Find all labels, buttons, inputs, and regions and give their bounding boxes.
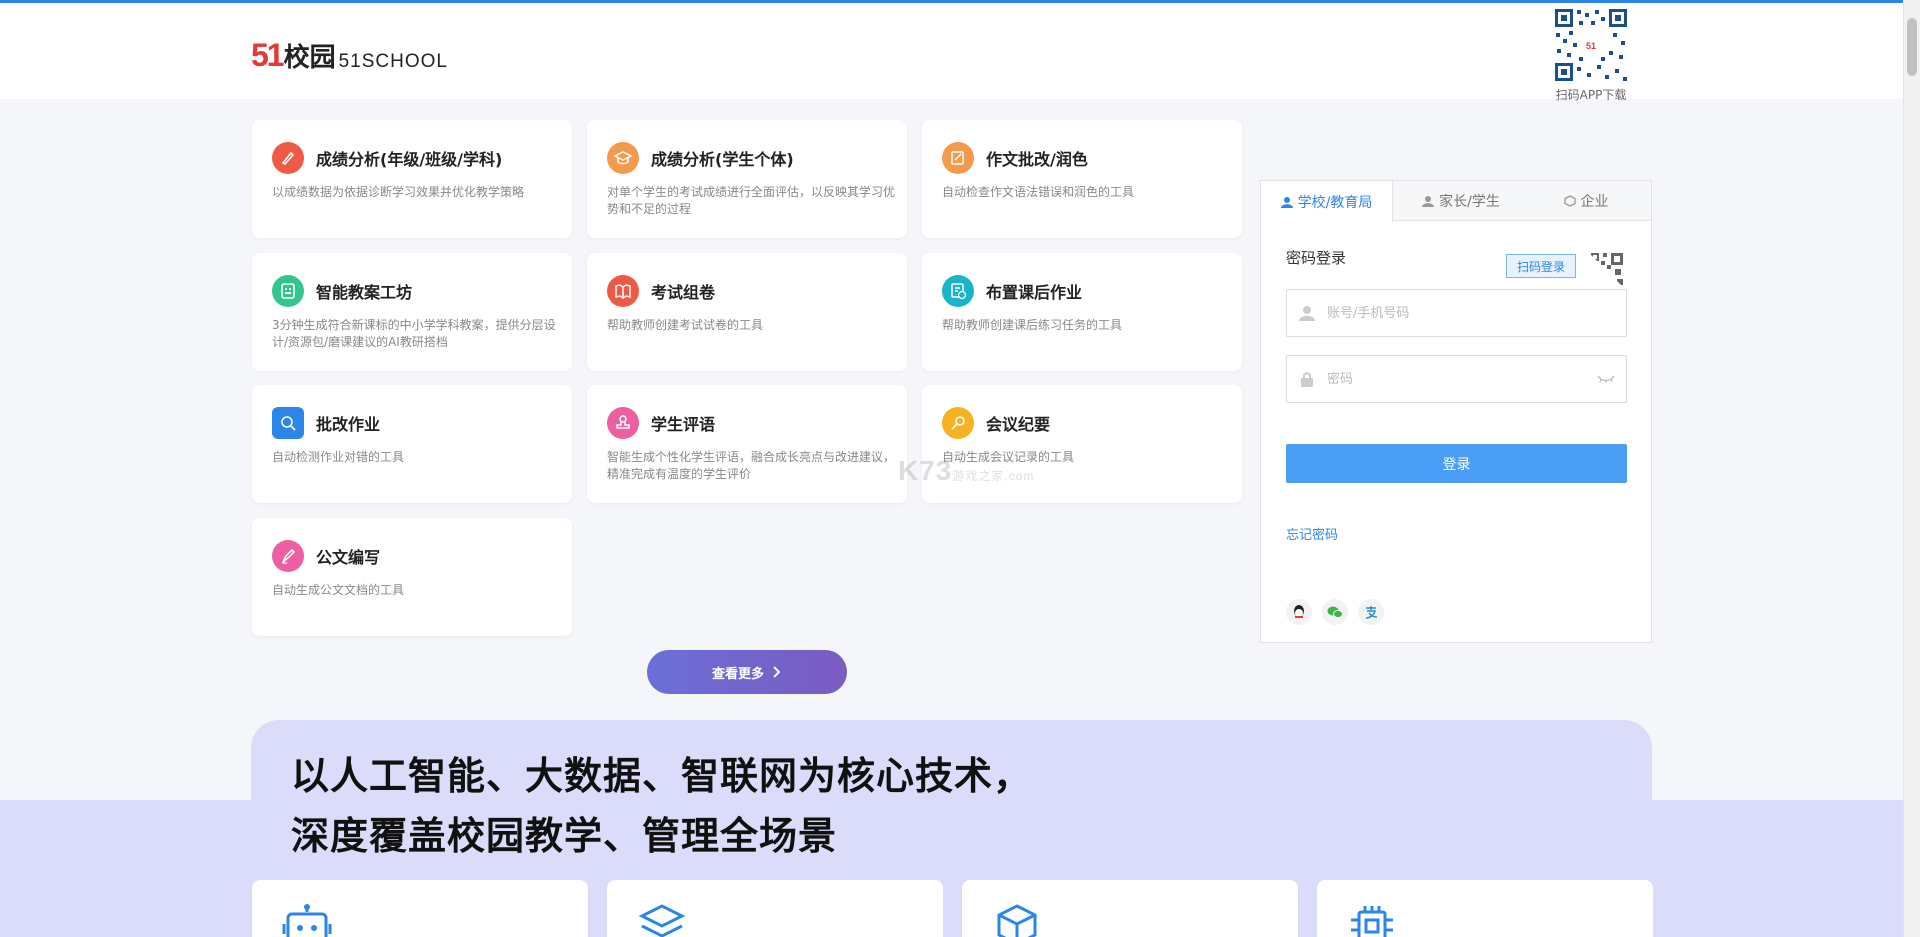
book-icon (607, 275, 639, 307)
cube-icon (997, 904, 1037, 937)
login-panel: 学校/教育局 家长/学生 企业 密码登录 扫码登录 登录 忘记密码 (1260, 180, 1652, 643)
tool-title: 成绩分析(学生个体) (651, 150, 794, 169)
chevron-right-icon (773, 666, 781, 678)
edit-note-icon (942, 142, 974, 174)
qr-login-tooltip[interactable]: 扫码登录 (1506, 254, 1576, 278)
watermark-domain: .com (1004, 469, 1035, 483)
tool-title: 作文批改/润色 (986, 150, 1088, 169)
banner-headline-line1: 以人工智能、大数据、智联网为核心技术， (291, 754, 1033, 798)
pen-nib-icon (942, 407, 974, 439)
tool-title: 成绩分析(年级/班级/学科) (316, 150, 503, 169)
tool-description: 3分钟生成符合新课标的中小学学科教案，提供分层设计/资源包/磨课建议的AI教研搭… (272, 318, 556, 349)
robot-icon (282, 904, 332, 937)
login-button[interactable]: 登录 (1286, 444, 1627, 483)
tool-description: 对单个学生的考试成绩进行全面评估，以反映其学习优势和不足的过程 (607, 185, 896, 216)
qr-login-icon[interactable] (1587, 251, 1627, 291)
layers-icon (638, 904, 686, 937)
tool-title: 批改作业 (316, 415, 381, 434)
tool-card-student-analysis[interactable]: 成绩分析(学生个体) 对单个学生的考试成绩进行全面评估，以反映其学习优势和不足的… (587, 120, 907, 238)
logo-english: 51SCHOOL (338, 51, 448, 72)
tool-description: 自动检测作业对错的工具 (272, 450, 405, 464)
pencil-icon (272, 142, 304, 174)
feature-card-big-data[interactable] (607, 880, 943, 937)
feature-card-iot[interactable] (962, 880, 1298, 937)
account-field[interactable] (1286, 289, 1627, 337)
lock-icon (1301, 372, 1313, 387)
page-scrollbar[interactable] (1903, 0, 1920, 937)
quill-icon (272, 540, 304, 572)
alipay-icon[interactable] (1358, 599, 1384, 625)
tab-school-label: 学校/教育局 (1297, 194, 1373, 211)
user-icon (1422, 196, 1435, 207)
watermark-sub: 游戏之家 (952, 469, 1005, 483)
password-login-title: 密码登录 (1286, 249, 1347, 267)
stamp-icon (607, 407, 639, 439)
tool-title: 公文编写 (316, 548, 381, 567)
watermark-logo: K73游戏之家.com (898, 455, 1034, 487)
logo-chinese: 校园 (283, 43, 336, 73)
view-more-label: 查看更多 (711, 666, 764, 682)
qq-icon[interactable] (1286, 599, 1312, 625)
homework-clock-icon (942, 275, 974, 307)
tab-parent-student[interactable]: 家长/学生 (1401, 181, 1521, 221)
tool-card-essay-correction[interactable]: 作文批改/润色 自动检查作文语法错误和润色的工具 (922, 120, 1242, 238)
password-input[interactable] (1327, 371, 1586, 387)
svg-text:51: 51 (1586, 41, 1596, 51)
search-doc-icon (272, 407, 304, 439)
tool-card-grade-analysis[interactable]: 成绩分析(年级/班级/学科) 以成绩数据为依据诊断学习效果并优化教学策略 (252, 120, 572, 238)
banner-headline-line2: 深度覆盖校园教学、管理全场景 (291, 814, 838, 858)
tool-card-official-document[interactable]: 公文编写 自动生成公文文档的工具 (252, 518, 572, 636)
login-tabs: 学校/教育局 家长/学生 企业 (1261, 181, 1651, 222)
tool-title: 布置课后作业 (986, 283, 1083, 302)
eye-closed-icon[interactable] (1597, 374, 1615, 384)
app-download-qr-icon: 51 (1553, 7, 1629, 83)
header: 51 校园 51SCHOOL 51 扫码APP下载 (0, 3, 1903, 102)
tool-description: 以成绩数据为依据诊断学习效果并优化教学策略 (272, 185, 525, 199)
scrollbar-thumb[interactable] (1907, 18, 1917, 76)
tool-description: 帮助教师创建课后练习任务的工具 (942, 318, 1123, 332)
wechat-icon[interactable] (1322, 599, 1348, 625)
watermark-main: K73 (898, 455, 953, 486)
tool-card-student-comments[interactable]: 学生评语 智能生成个性化学生评语，融合成长亮点与改进建议，精准完成有温度的学生评… (587, 385, 907, 503)
tool-description: 自动生成公文文档的工具 (272, 583, 405, 597)
ai-document-icon (272, 275, 304, 307)
tool-card-exam-paper[interactable]: 考试组卷 帮助教师创建考试试卷的工具 (587, 253, 907, 371)
site-logo[interactable]: 51 校园 51SCHOOL (251, 39, 448, 71)
tool-card-lesson-plan[interactable]: 智能教案工坊 3分钟生成符合新课标的中小学学科教案，提供分层设计/资源包/磨课建… (252, 253, 572, 371)
tab-parent-student-label: 家长/学生 (1439, 194, 1500, 210)
tab-school[interactable]: 学校/教育局 (1261, 181, 1393, 222)
tab-enterprise[interactable]: 企业 (1521, 181, 1651, 221)
tool-card-grade-homework[interactable]: 批改作业 自动检测作业对错的工具 (252, 385, 572, 503)
user-icon (1280, 196, 1293, 208)
tool-title: 考试组卷 (651, 283, 716, 302)
feature-card-platform[interactable] (1317, 880, 1653, 937)
qr-download-label: 扫码APP下载 (1555, 88, 1627, 102)
tool-description: 智能生成个性化学生评语，融合成长亮点与改进建议，精准完成有温度的学生评价 (607, 450, 896, 481)
tool-title: 会议纪要 (986, 415, 1051, 434)
graduation-cap-icon (607, 142, 639, 174)
feature-card-ai[interactable] (252, 880, 588, 937)
chip-icon (1351, 906, 1393, 937)
logo-number: 51 (251, 37, 285, 73)
user-icon (1299, 306, 1315, 321)
tool-title: 智能教案工坊 (316, 283, 413, 302)
tool-description: 帮助教师创建考试试卷的工具 (607, 318, 764, 332)
account-input[interactable] (1327, 305, 1626, 321)
cube-icon (1563, 195, 1576, 207)
forgot-password-link[interactable]: 忘记密码 (1286, 524, 1338, 543)
tool-title: 学生评语 (651, 415, 716, 434)
view-more-button[interactable]: 查看更多 (647, 650, 847, 694)
password-field[interactable] (1286, 355, 1627, 403)
tool-card-homework[interactable]: 布置课后作业 帮助教师创建课后练习任务的工具 (922, 253, 1242, 371)
tool-description: 自动检查作文语法错误和润色的工具 (942, 185, 1135, 199)
tab-enterprise-label: 企业 (1580, 194, 1609, 210)
